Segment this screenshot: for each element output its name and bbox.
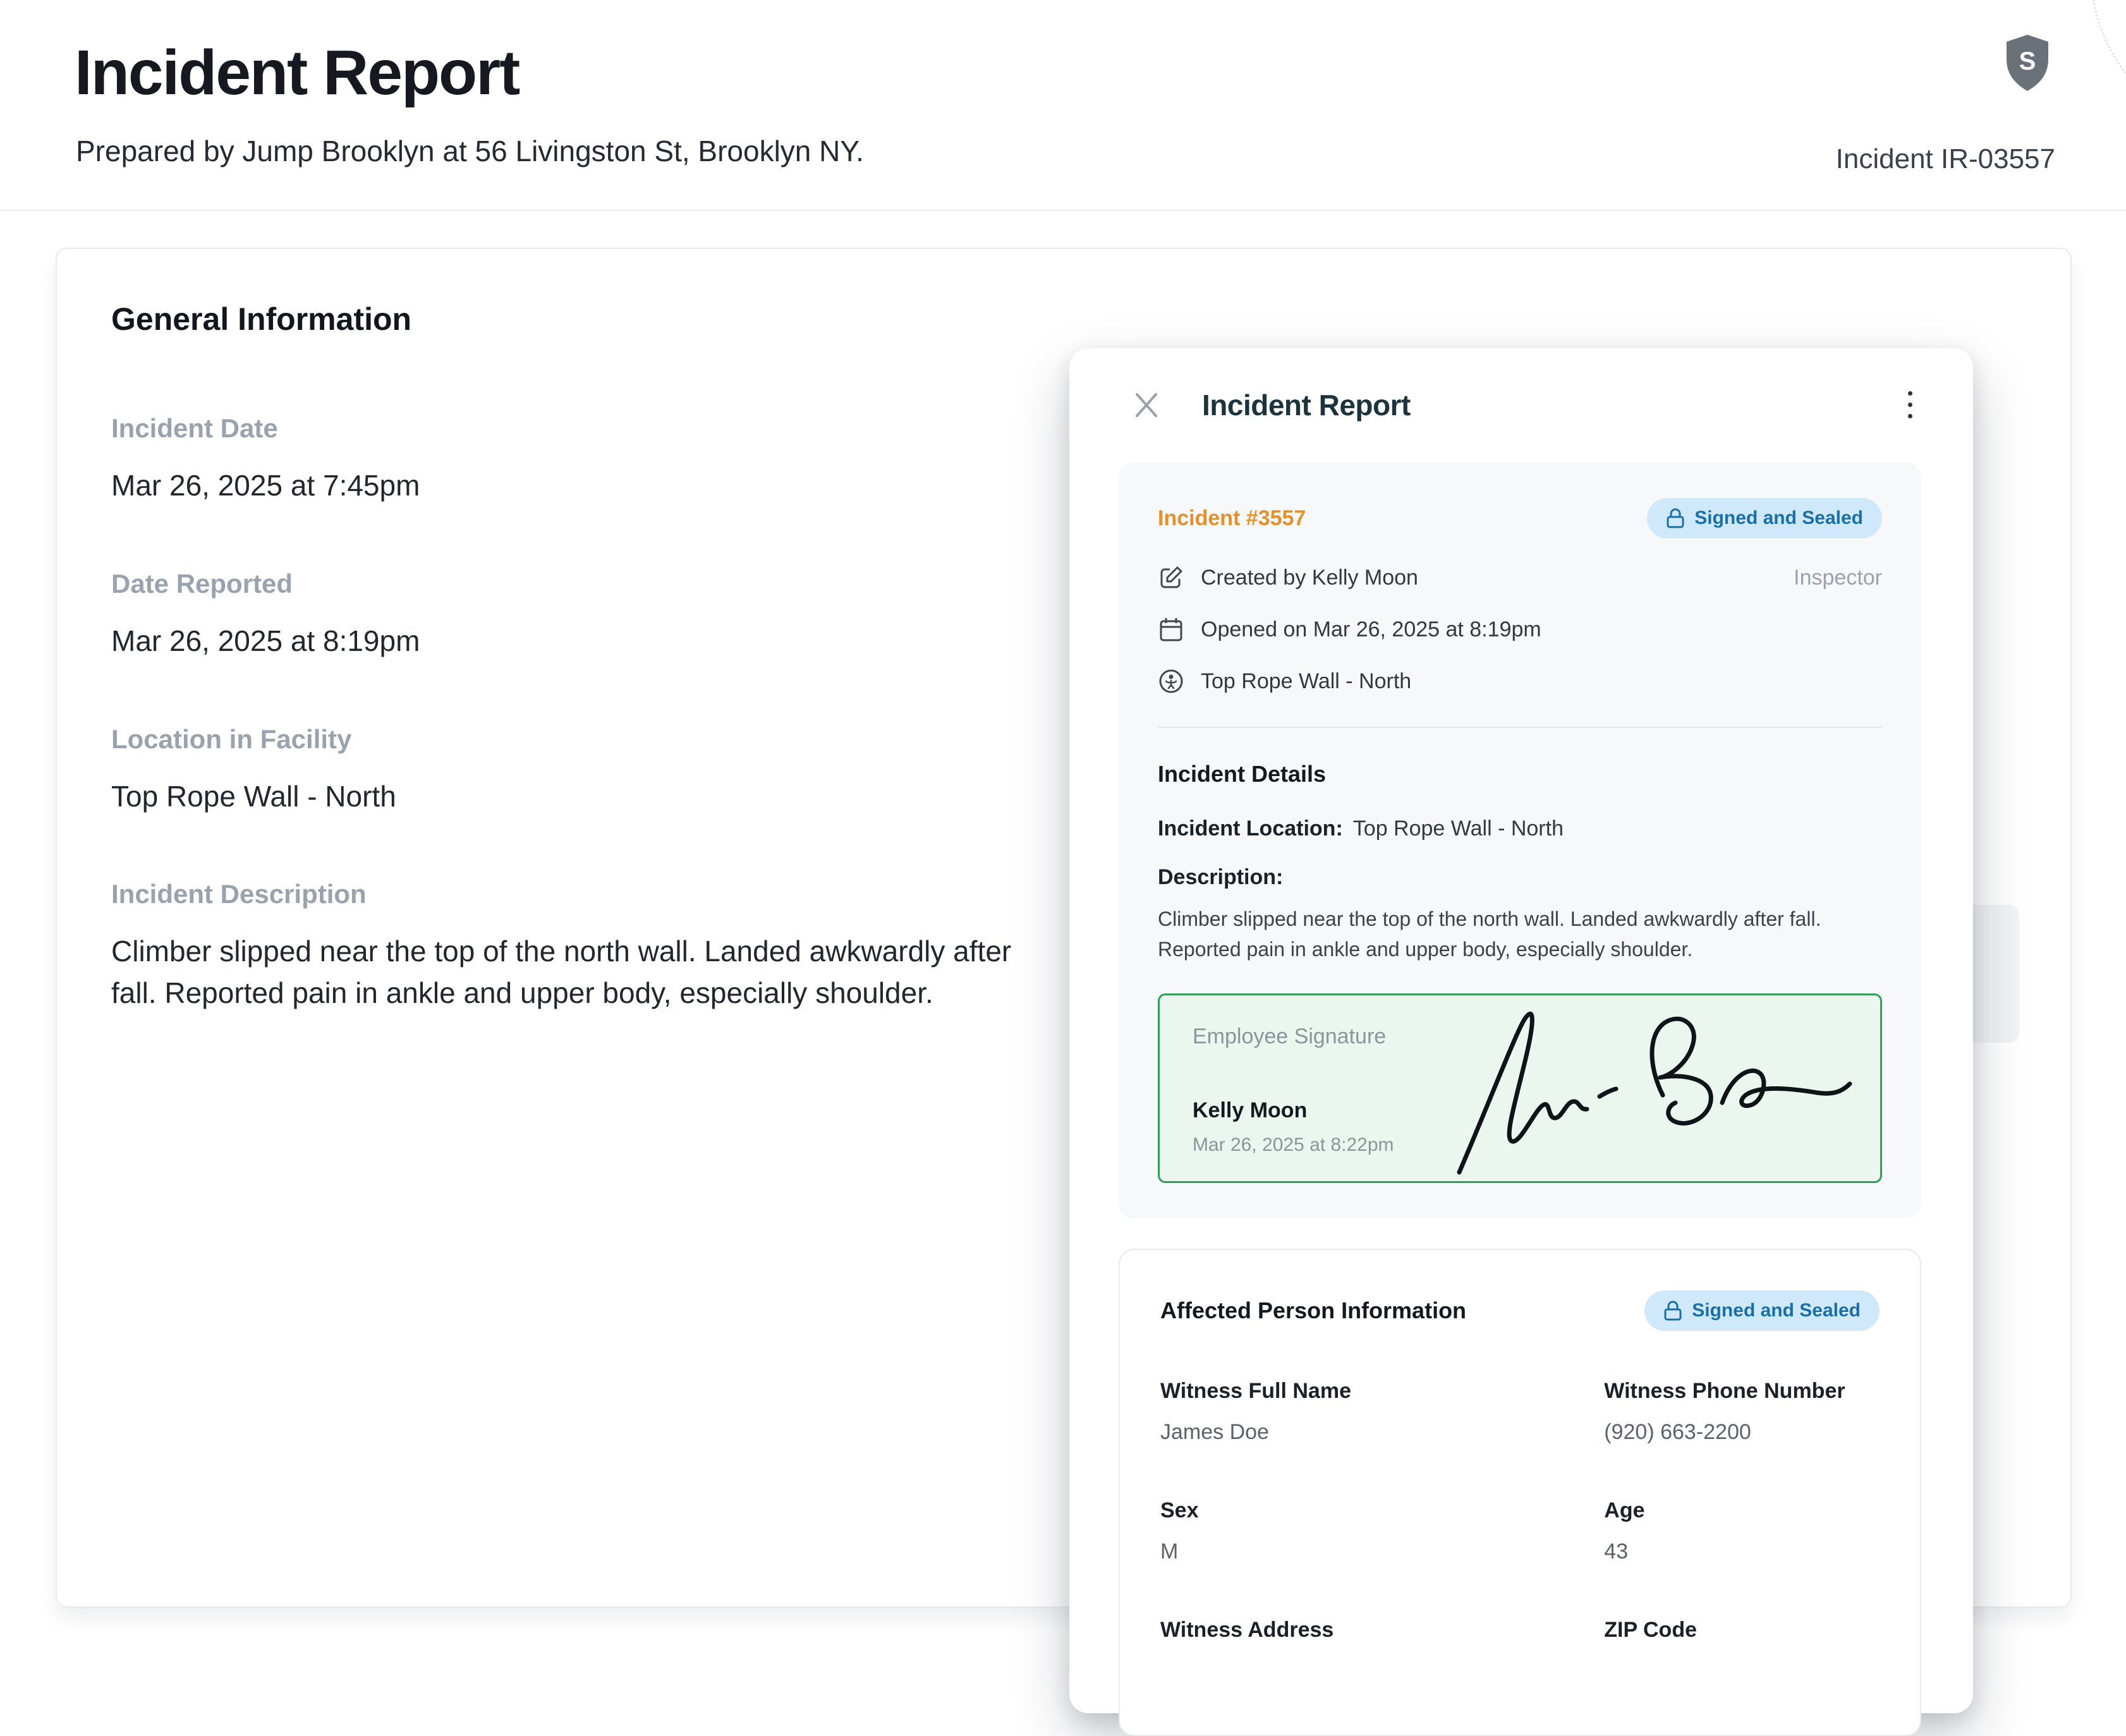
svg-text:S: S xyxy=(2019,47,2036,75)
field-date-reported: Date Reported Mar 26, 2025 at 8:19pm xyxy=(111,569,1047,662)
sex-cell: Sex M xyxy=(1160,1498,1579,1565)
incident-summary-card: Incident #3557 Signed and Sealed Created… xyxy=(1119,463,1921,1218)
location-row: Top Rope Wall - North xyxy=(1158,669,1882,694)
decorative-corner-arc xyxy=(2091,0,2126,134)
affected-person-title: Affected Person Information xyxy=(1160,1297,1466,1324)
field-label: Age xyxy=(1604,1498,1880,1523)
close-icon[interactable] xyxy=(1131,390,1162,420)
incident-report-modal: Incident Report Incident #3557 Signed an… xyxy=(1069,348,1973,1713)
field-value: James Doe xyxy=(1160,1420,1579,1445)
incident-ref: Incident IR-03557 xyxy=(1836,143,2055,175)
field-value: 43 xyxy=(1604,1539,1880,1565)
page-header: Incident Report Prepared by Jump Brookly… xyxy=(0,0,2126,210)
signed-sealed-badge: Signed and Sealed xyxy=(1647,498,1882,538)
badge-label: Signed and Sealed xyxy=(1694,507,1863,529)
created-by-row: Created by Kelly Moon Inspector xyxy=(1158,565,1882,590)
lock-icon xyxy=(1666,507,1685,529)
field-label: Sex xyxy=(1160,1498,1579,1523)
field-label: Witness Phone Number xyxy=(1604,1379,1880,1404)
field-value xyxy=(1160,1659,1579,1684)
badge-label: Signed and Sealed xyxy=(1692,1300,1861,1321)
field-label: Location in Facility xyxy=(111,724,1047,755)
location-text: Top Rope Wall - North xyxy=(1201,669,1411,694)
field-value: (920) 663-2200 xyxy=(1604,1420,1880,1445)
shield-logo-icon: S xyxy=(2003,33,2051,94)
lock-icon xyxy=(1663,1300,1682,1321)
witness-phone-cell: Witness Phone Number (920) 663-2200 xyxy=(1604,1379,1880,1445)
field-label: ZIP Code xyxy=(1604,1618,1880,1642)
field-location-in-facility: Location in Facility Top Rope Wall - Nor… xyxy=(111,724,1047,818)
modal-header: Incident Report xyxy=(1131,387,1916,422)
incident-location-label: Incident Location: xyxy=(1158,816,1343,841)
field-value xyxy=(1604,1659,1880,1684)
field-value: M xyxy=(1160,1539,1579,1565)
incident-details-title: Incident Details xyxy=(1158,761,1882,787)
header-right: S Incident IR-03557 xyxy=(1836,33,2055,175)
opened-on-row: Opened on Mar 26, 2025 at 8:19pm xyxy=(1158,617,1882,642)
page-title: Incident Report xyxy=(75,37,519,109)
field-value: Top Rope Wall - North xyxy=(111,776,1047,818)
field-label: Witness Address xyxy=(1160,1618,1579,1642)
signature-timestamp: Mar 26, 2025 at 8:22pm xyxy=(1193,1134,1394,1156)
field-label: Witness Full Name xyxy=(1160,1379,1579,1404)
signature-name: Kelly Moon xyxy=(1193,1098,1307,1123)
page-subtitle: Prepared by Jump Brooklyn at 56 Livingst… xyxy=(76,134,864,168)
field-incident-date: Incident Date Mar 26, 2025 at 7:45pm xyxy=(111,413,1047,507)
witness-address-cell: Witness Address xyxy=(1160,1618,1579,1684)
age-cell: Age 43 xyxy=(1604,1498,1880,1565)
calendar-icon xyxy=(1158,617,1184,642)
field-label: Incident Description xyxy=(111,879,1047,909)
divider xyxy=(1158,727,1882,728)
field-label: Incident Date xyxy=(111,413,1047,444)
signed-sealed-badge: Signed and Sealed xyxy=(1644,1290,1880,1331)
incident-number: Incident #3557 xyxy=(1158,506,1306,531)
location-icon xyxy=(1158,669,1184,694)
incident-location-value: Top Rope Wall - North xyxy=(1353,816,1564,841)
opened-on-text: Opened on Mar 26, 2025 at 8:19pm xyxy=(1201,617,1541,642)
field-value: Mar 26, 2025 at 7:45pm xyxy=(111,465,1047,507)
description-label: Description: xyxy=(1158,865,1882,890)
kebab-menu-icon[interactable] xyxy=(1904,387,1916,422)
creator-role: Inspector xyxy=(1794,566,1882,590)
created-by-text: Created by Kelly Moon xyxy=(1201,566,1418,590)
field-value: Climber slipped near the top of the nort… xyxy=(111,931,1047,1014)
description-text: Climber slipped near the top of the nort… xyxy=(1158,904,1882,964)
affected-person-card: Affected Person Information Signed and S… xyxy=(1119,1249,1921,1736)
modal-title: Incident Report xyxy=(1202,388,1411,422)
incident-location-line: Incident Location: Top Rope Wall - North xyxy=(1158,816,1882,841)
edit-pencil-icon xyxy=(1158,565,1184,590)
field-incident-description: Incident Description Climber slipped nea… xyxy=(111,879,1047,1014)
section-title: General Information xyxy=(111,301,2014,337)
zip-code-cell: ZIP Code xyxy=(1604,1618,1880,1684)
witness-name-cell: Witness Full Name James Doe xyxy=(1160,1379,1579,1445)
field-label: Date Reported xyxy=(111,569,1047,599)
employee-signature-box: Employee Signature Kelly Moon Mar 26, 20… xyxy=(1158,993,1882,1183)
header-divider xyxy=(0,210,2126,211)
field-value: Mar 26, 2025 at 8:19pm xyxy=(111,621,1047,662)
signature-image xyxy=(1440,1000,1857,1184)
affected-person-grid: Witness Full Name James Doe Witness Phon… xyxy=(1160,1379,1880,1684)
